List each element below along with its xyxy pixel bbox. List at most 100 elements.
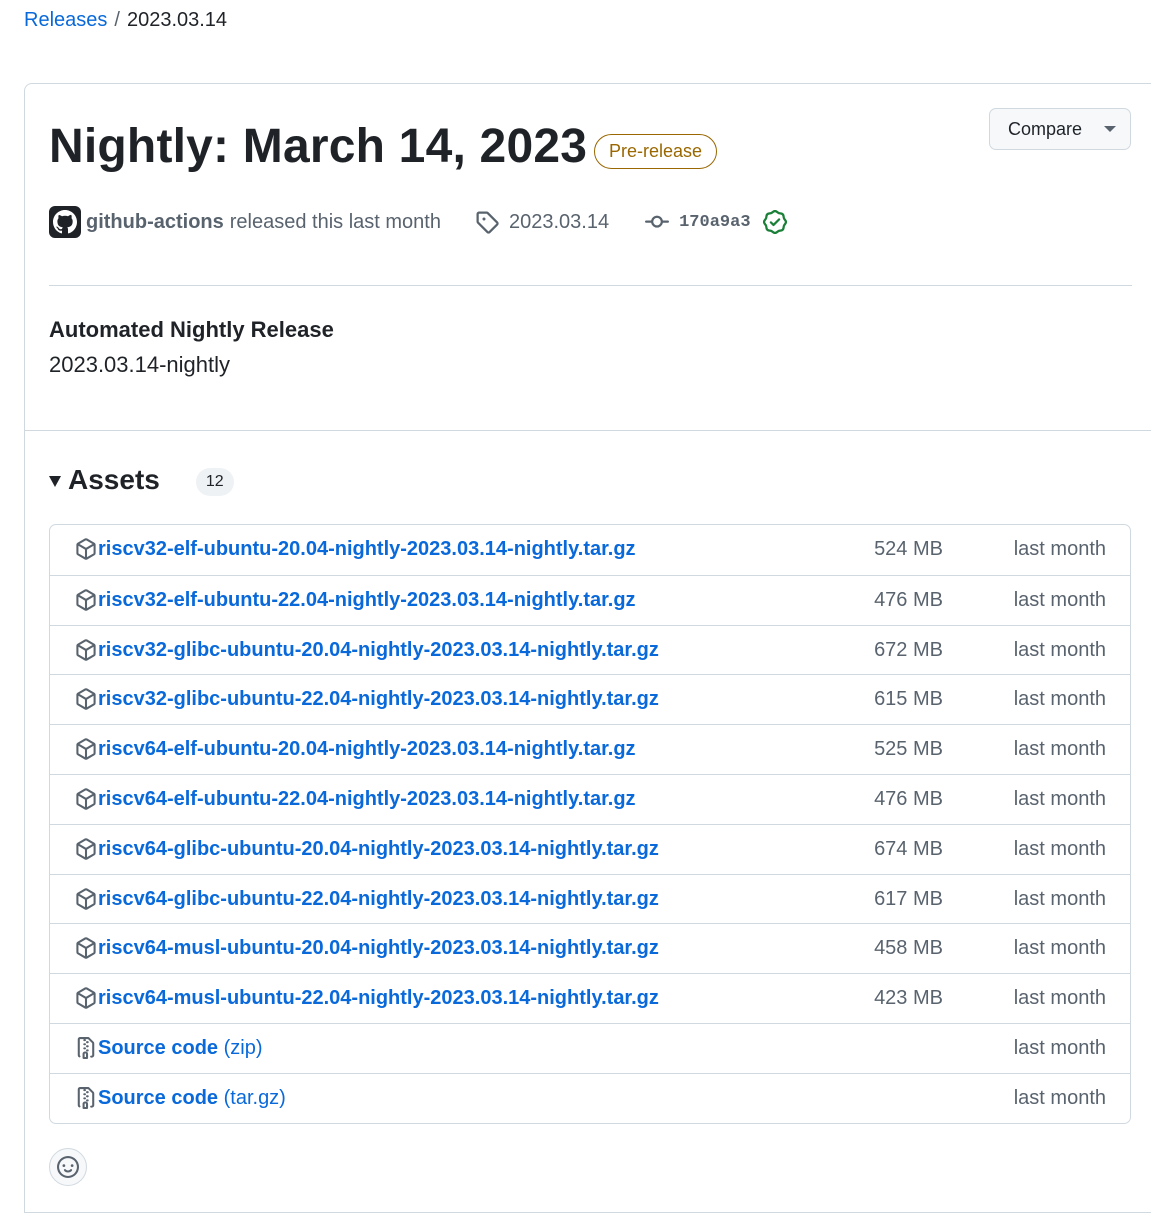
package-icon: [75, 887, 97, 915]
asset-row: Source code (zip) last month: [50, 1022, 1130, 1073]
asset-size: 476 MB: [874, 588, 943, 611]
asset-size: 674 MB: [874, 837, 943, 860]
asset-name: riscv64-elf-ubuntu-20.04-nightly-2023.03…: [98, 738, 636, 761]
asset-row: riscv64-elf-ubuntu-20.04-nightly-2023.03…: [50, 724, 1130, 774]
asset-size: 458 MB: [874, 937, 943, 960]
asset-row: riscv32-glibc-ubuntu-22.04-nightly-2023.…: [50, 674, 1130, 724]
verified-icon[interactable]: [762, 210, 787, 234]
asset-size: 524 MB: [874, 538, 943, 560]
asset-date: last month: [1013, 638, 1106, 661]
asset-date: last month: [1013, 538, 1106, 560]
release-body-text: 2023.03.14-nightly: [49, 352, 231, 377]
release-card: Nightly: March 14, 2023 Pre-release Comp…: [24, 83, 1151, 1213]
package-icon: [75, 837, 97, 865]
asset-download-link[interactable]: Source code (tar.gz): [98, 1087, 286, 1110]
assets-count-badge: 12: [195, 468, 234, 496]
breadcrumb-separator: /: [114, 9, 120, 31]
asset-date: last month: [1013, 837, 1106, 860]
released-text: released this last month: [229, 210, 441, 233]
asset-name: Source code: [98, 1036, 219, 1059]
breadcrumb: Releases / 2023.03.14: [24, 8, 227, 32]
asset-name: Source code: [98, 1086, 219, 1109]
asset-name: riscv32-elf-ubuntu-20.04-nightly-2023.03…: [98, 538, 636, 560]
asset-format: (zip): [223, 1036, 263, 1059]
smiley-icon: [57, 1156, 79, 1178]
assets-title: Assets: [68, 464, 160, 495]
asset-format: (tar.gz): [223, 1086, 286, 1109]
asset-size: 617 MB: [874, 887, 943, 910]
asset-download-link[interactable]: riscv32-glibc-ubuntu-20.04-nightly-2023.…: [98, 639, 659, 662]
package-icon: [75, 987, 97, 1014]
asset-name: riscv64-glibc-ubuntu-22.04-nightly-2023.…: [98, 887, 659, 910]
tag-icon: [476, 211, 499, 234]
asset-name: riscv32-glibc-ubuntu-22.04-nightly-2023.…: [98, 688, 659, 711]
asset-size: 615 MB: [874, 688, 943, 711]
breadcrumb-releases-link[interactable]: Releases: [24, 9, 107, 31]
asset-row: riscv32-elf-ubuntu-22.04-nightly-2023.03…: [50, 574, 1130, 625]
asset-date: last month: [1013, 987, 1106, 1010]
compare-button[interactable]: Compare: [989, 108, 1131, 150]
asset-date: last month: [1013, 887, 1106, 910]
package-icon: [75, 589, 97, 616]
breadcrumb-current: 2023.03.14: [126, 9, 228, 31]
asset-download-link[interactable]: riscv64-musl-ubuntu-22.04-nightly-2023.0…: [98, 987, 659, 1010]
asset-name: riscv64-musl-ubuntu-22.04-nightly-2023.0…: [98, 987, 659, 1010]
asset-date: last month: [1013, 1036, 1106, 1059]
tag[interactable]: 2023.03.14: [475, 210, 609, 234]
package-icon: [75, 538, 97, 565]
release-title: Nightly: March 14, 2023: [49, 120, 588, 173]
divider: [25, 430, 1151, 431]
asset-row: riscv64-glibc-ubuntu-20.04-nightly-2023.…: [50, 823, 1130, 874]
asset-date: last month: [1013, 787, 1106, 810]
git-commit-icon: [645, 215, 670, 228]
asset-size: 525 MB: [874, 738, 943, 761]
asset-date: last month: [1013, 937, 1106, 960]
tag-label: 2023.03.14: [509, 210, 610, 233]
asset-row: Source code (tar.gz) last month: [50, 1072, 1130, 1123]
asset-date: last month: [1013, 738, 1106, 761]
avatar[interactable]: [49, 206, 81, 238]
chevron-down-icon: [1104, 126, 1117, 132]
asset-download-link[interactable]: Source code (zip): [98, 1037, 263, 1060]
author-link[interactable]: github-actions: [86, 211, 224, 234]
asset-download-link[interactable]: riscv64-glibc-ubuntu-22.04-nightly-2023.…: [98, 888, 659, 911]
asset-download-link[interactable]: riscv64-elf-ubuntu-22.04-nightly-2023.03…: [98, 788, 636, 811]
asset-row: riscv64-musl-ubuntu-22.04-nightly-2023.0…: [50, 973, 1130, 1023]
asset-size: 672 MB: [874, 638, 943, 661]
asset-size: 423 MB: [874, 987, 943, 1010]
asset-date: last month: [1013, 688, 1106, 711]
add-reaction-button[interactable]: [49, 1148, 87, 1186]
asset-download-link[interactable]: riscv64-musl-ubuntu-20.04-nightly-2023.0…: [98, 937, 659, 960]
asset-download-link[interactable]: riscv32-elf-ubuntu-20.04-nightly-2023.03…: [98, 538, 636, 561]
asset-row: riscv64-musl-ubuntu-20.04-nightly-2023.0…: [50, 923, 1130, 973]
assets-summary[interactable]: Assets 12: [49, 464, 234, 496]
asset-name: riscv64-musl-ubuntu-20.04-nightly-2023.0…: [98, 937, 659, 960]
package-icon: [75, 638, 97, 666]
github-logo-icon: [53, 210, 77, 234]
prerelease-badge: Pre-release: [594, 134, 718, 169]
triangle-down-icon: [49, 476, 61, 487]
asset-name: riscv32-glibc-ubuntu-20.04-nightly-2023.…: [98, 638, 659, 661]
asset-row: riscv64-elf-ubuntu-22.04-nightly-2023.03…: [50, 773, 1130, 824]
asset-download-link[interactable]: riscv32-glibc-ubuntu-22.04-nightly-2023.…: [98, 688, 659, 711]
file-zip-icon: [75, 1036, 97, 1064]
compare-label: Compare: [1008, 118, 1083, 139]
asset-list: riscv32-elf-ubuntu-20.04-nightly-2023.03…: [49, 524, 1131, 1124]
commit[interactable]: 170a9a3: [645, 210, 787, 234]
asset-download-link[interactable]: riscv32-elf-ubuntu-22.04-nightly-2023.03…: [98, 589, 636, 612]
release-meta: github-actions released this last month …: [49, 206, 787, 238]
commit-sha: 170a9a3: [679, 212, 751, 232]
package-icon: [75, 788, 97, 815]
divider: [49, 285, 1132, 286]
asset-row: riscv32-elf-ubuntu-20.04-nightly-2023.03…: [50, 525, 1130, 575]
asset-download-link[interactable]: riscv64-elf-ubuntu-20.04-nightly-2023.03…: [98, 738, 636, 761]
asset-name: riscv64-glibc-ubuntu-20.04-nightly-2023.…: [98, 837, 659, 860]
asset-download-link[interactable]: riscv64-glibc-ubuntu-20.04-nightly-2023.…: [98, 838, 659, 861]
release-body-title: Automated Nightly Release: [49, 317, 334, 342]
file-zip-icon: [75, 1086, 97, 1114]
asset-date: last month: [1013, 1086, 1106, 1109]
asset-name: riscv64-elf-ubuntu-22.04-nightly-2023.03…: [98, 787, 636, 810]
asset-date: last month: [1013, 588, 1106, 611]
package-icon: [75, 688, 97, 715]
asset-row: riscv32-glibc-ubuntu-20.04-nightly-2023.…: [50, 624, 1130, 675]
